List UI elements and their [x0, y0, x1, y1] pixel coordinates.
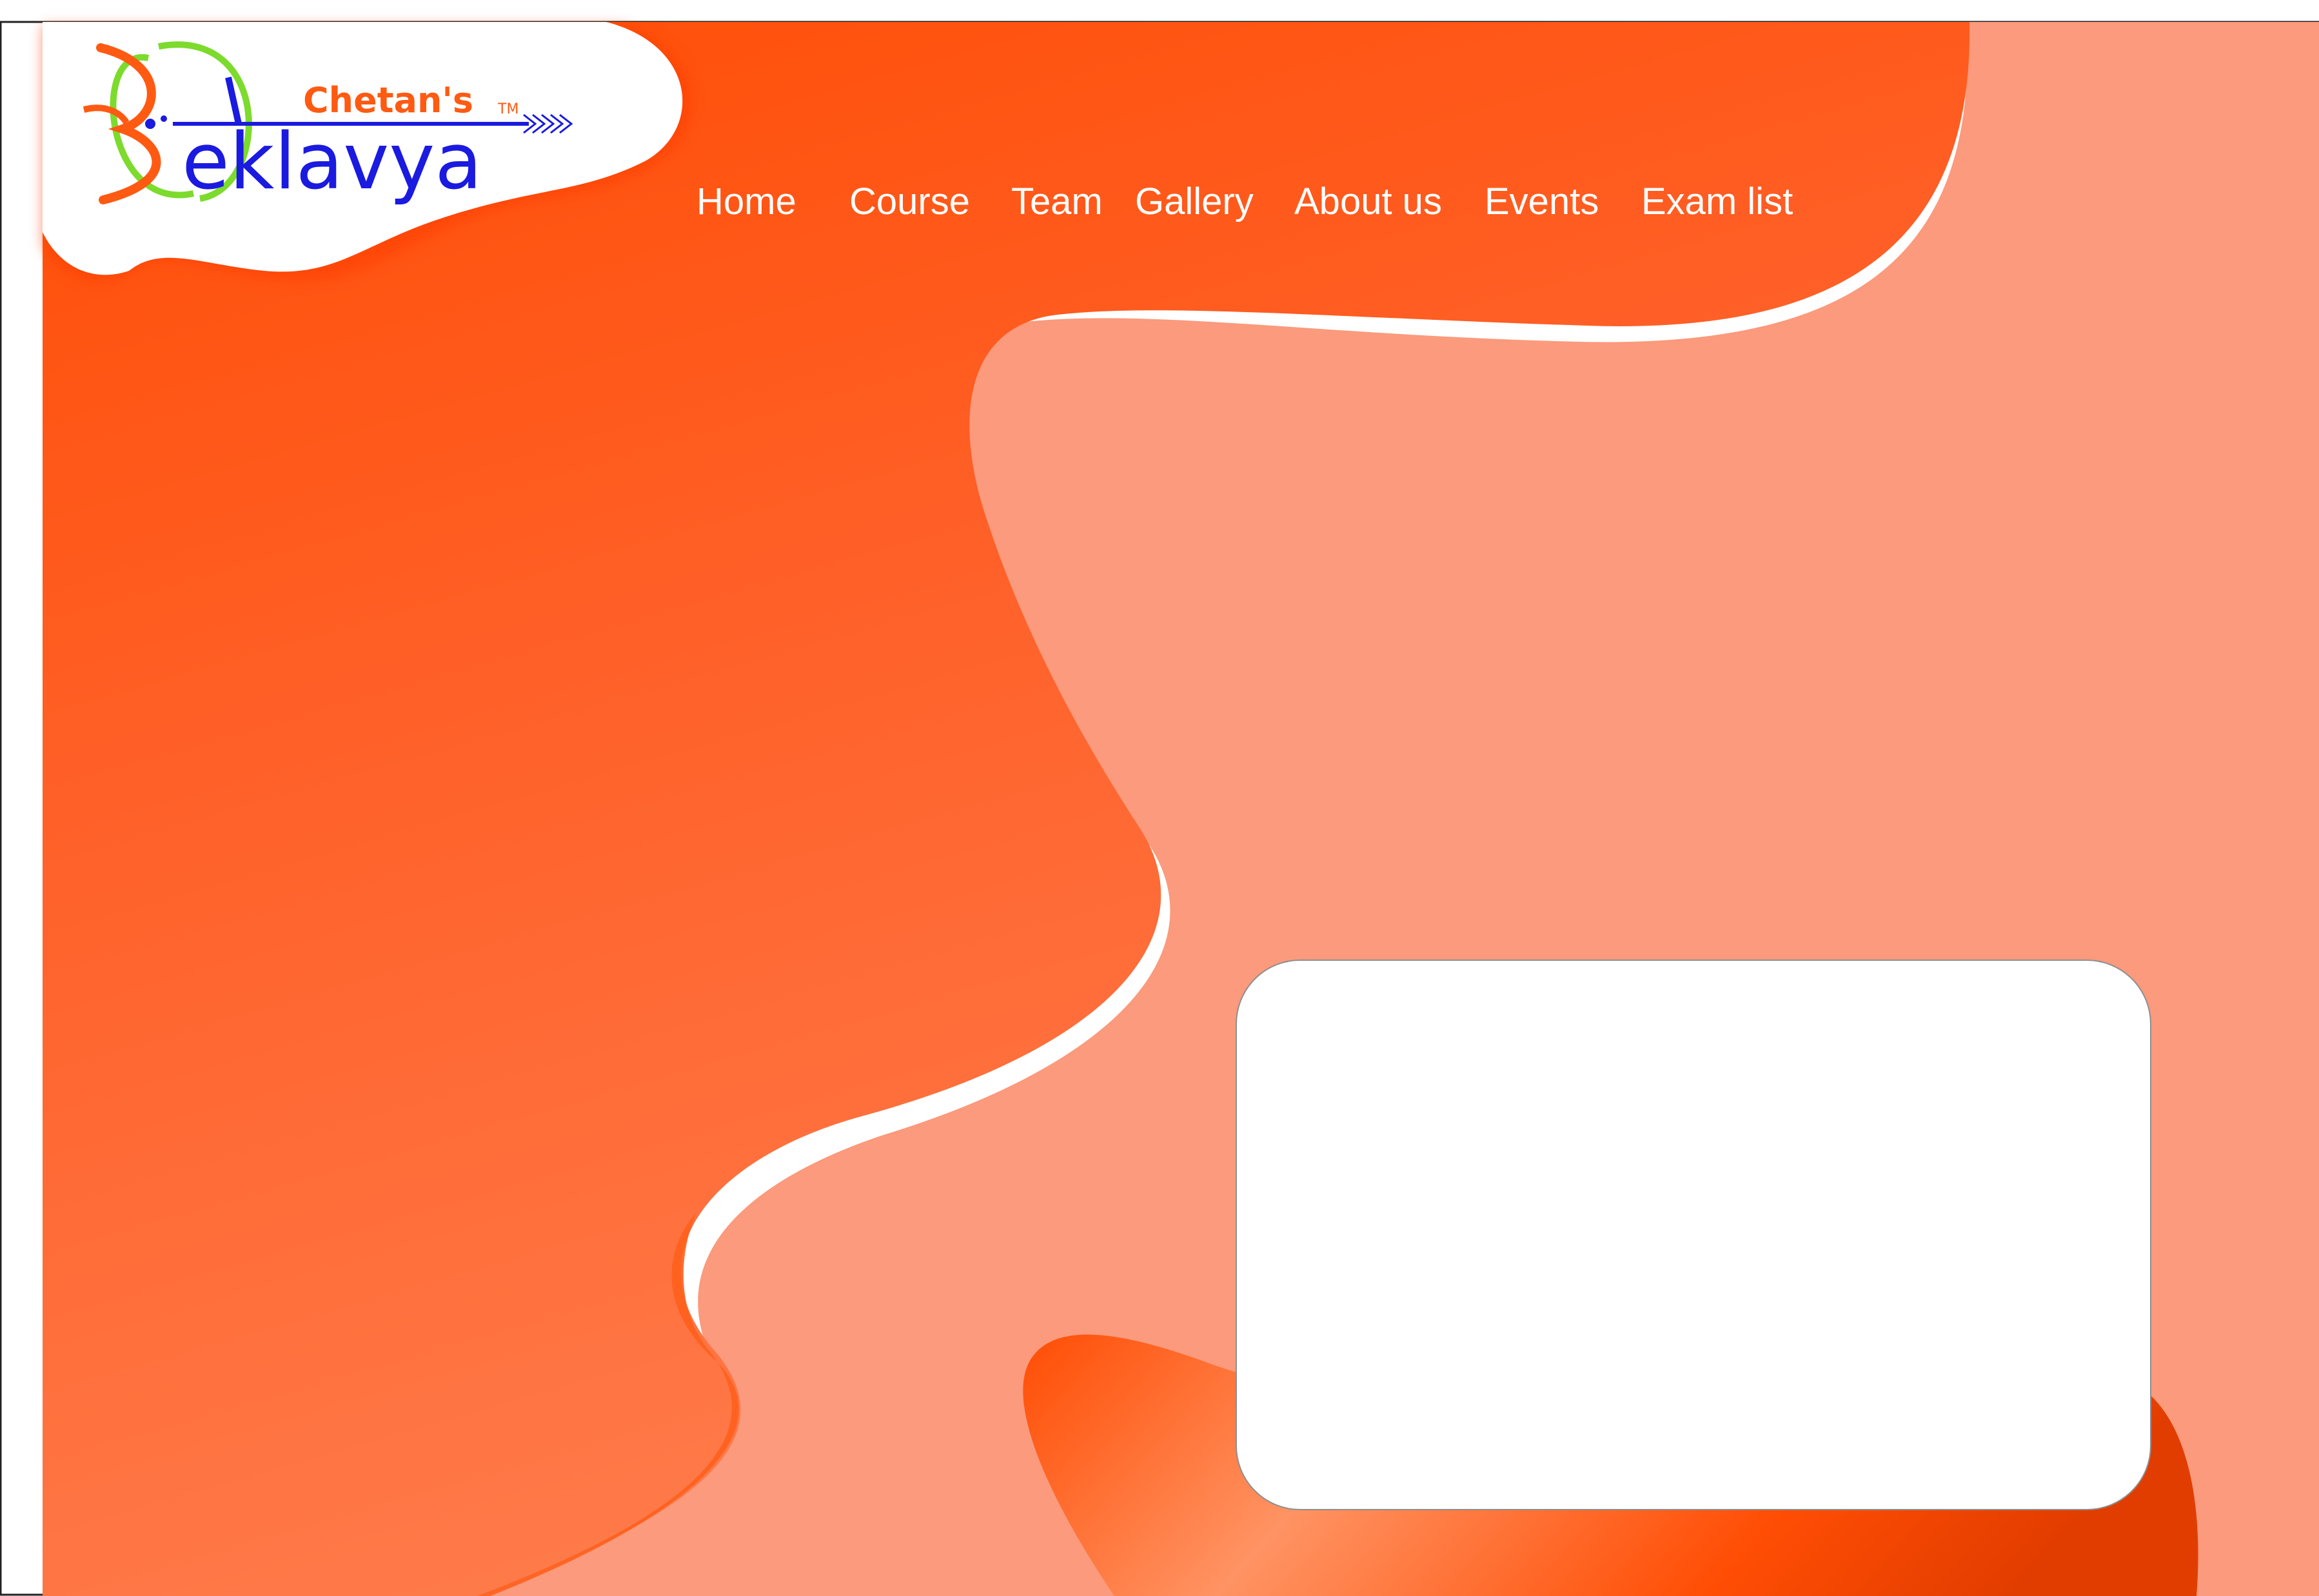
page: Chetan's eklavya TM Home Course Team Gal…	[0, 0, 2319, 1596]
nav-home[interactable]: Home	[696, 173, 796, 231]
logo-prefix: Chetan's	[303, 80, 473, 121]
nav-events[interactable]: Events	[1485, 173, 1599, 231]
nav-exam-list[interactable]: Exam list	[1641, 173, 1793, 231]
content-card	[1236, 960, 2151, 1510]
nav-course[interactable]: Course	[849, 173, 970, 231]
trademark-symbol: TM	[497, 101, 518, 117]
nav-gallery[interactable]: Gallery	[1135, 173, 1254, 231]
nav-team[interactable]: Team	[1011, 173, 1103, 231]
main-navigation: Home Course Team Gallery About us Events…	[0, 173, 2319, 231]
nav-about-us[interactable]: About us	[1294, 173, 1442, 231]
